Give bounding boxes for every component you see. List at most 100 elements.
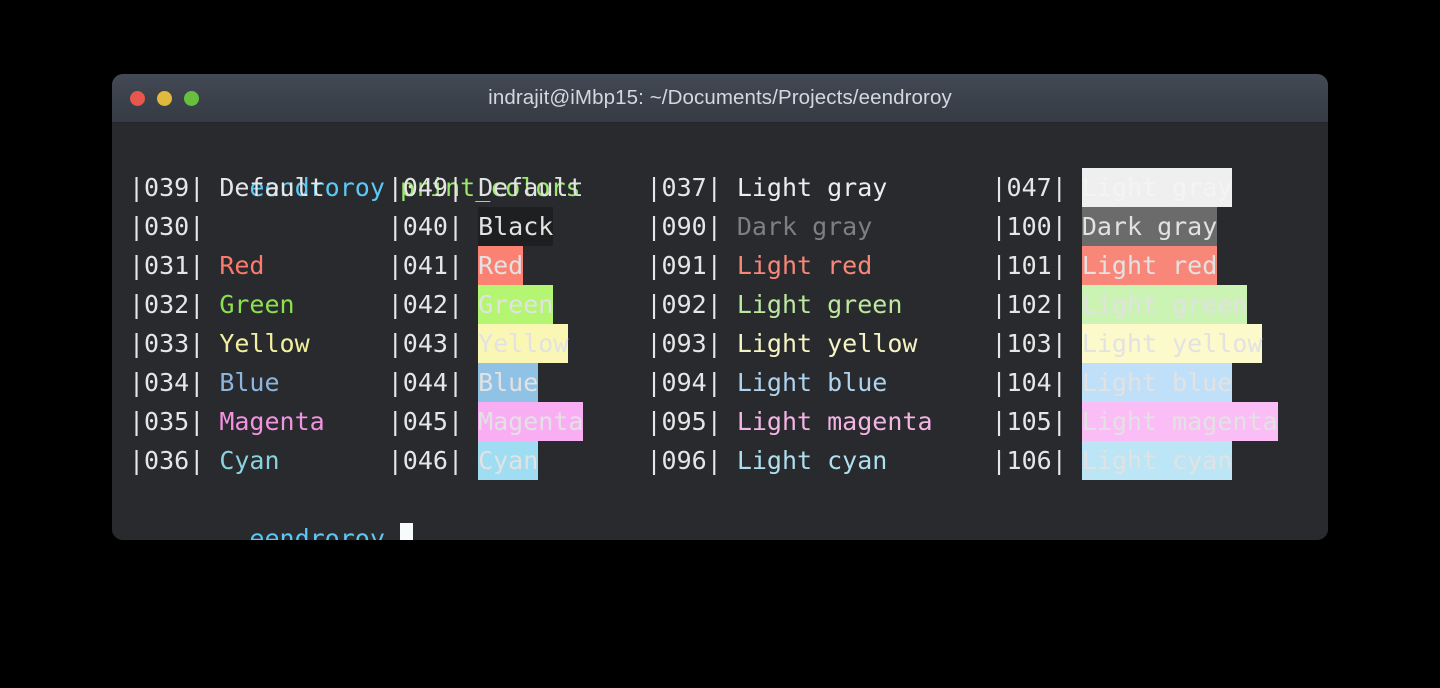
color-code: |044| <box>387 368 464 397</box>
color-entry: |102| Light green <box>992 285 1248 324</box>
code-label-gap <box>463 363 478 402</box>
maximize-button[interactable] <box>184 90 199 106</box>
color-code: |037| <box>646 173 722 202</box>
code-label-gap <box>1067 246 1082 285</box>
color-code: |041| <box>387 251 464 280</box>
code-label-gap <box>463 441 478 480</box>
color-code: |032| <box>129 290 205 319</box>
color-entry: |093| Light yellow <box>647 324 918 363</box>
color-label: Magenta <box>478 402 584 441</box>
color-code: |039| <box>129 173 205 202</box>
color-entry: |091| Light red <box>647 246 873 285</box>
color-label: Cyan <box>478 441 539 480</box>
color-label: Light yellow <box>736 329 918 358</box>
command-line: eendroroy print_colors <box>112 129 1328 202</box>
close-button[interactable] <box>130 90 145 106</box>
color-code: |045| <box>387 407 464 436</box>
code-label-gap <box>463 324 478 363</box>
code-label-gap <box>1067 324 1082 363</box>
color-entry: |095| Light magenta <box>647 402 933 441</box>
code-label-gap <box>463 402 478 441</box>
color-entry: |104| Light blue <box>992 363 1233 402</box>
color-row: |031| Red |041| Red |091| Light red |101| L… <box>112 246 1328 285</box>
color-label: Dark gray <box>1081 207 1218 246</box>
color-entry: |096| Light cyan <box>647 441 888 480</box>
color-code: |090| <box>646 212 722 241</box>
minimize-button[interactable] <box>157 90 172 106</box>
color-label: Light magenta <box>1081 402 1278 441</box>
color-code: |042| <box>387 290 464 319</box>
color-row: |032| Green |042| Green |092| Light green |… <box>112 285 1328 324</box>
color-row: |030| |040| Black |090| Dark gray |100| Da… <box>112 207 1328 246</box>
code-label-gap <box>463 285 478 324</box>
color-label: Light cyan <box>1081 441 1233 480</box>
color-label: Cyan <box>219 446 280 475</box>
color-code: |033| <box>129 329 205 358</box>
color-label: Light green <box>736 290 903 319</box>
color-code: |030| <box>129 212 205 241</box>
color-entry: |092| Light green <box>647 285 903 324</box>
color-label: Light red <box>1081 246 1218 285</box>
color-label: Red <box>219 251 265 280</box>
color-row: |036| Cyan |046| Cyan |096| Light cyan |106… <box>112 441 1328 480</box>
terminal-output[interactable]: eendroroy print_colors |039| Default |049… <box>112 123 1328 540</box>
color-row: |039| Default |049| Default |037| Light gr… <box>112 168 1328 207</box>
color-code: |094| <box>646 368 722 397</box>
code-label-gap <box>722 363 737 402</box>
code-label-gap <box>204 285 219 324</box>
color-code: |034| <box>129 368 205 397</box>
color-entry: |035| Magenta <box>129 402 325 441</box>
color-code: |096| <box>646 446 722 475</box>
color-label: Light magenta <box>736 407 933 436</box>
color-entry: |047| Light gray <box>992 168 1233 207</box>
color-row: |035| Magenta |045| Magenta |095| Light ma… <box>112 402 1328 441</box>
cursor <box>399 523 413 540</box>
color-label: Light blue <box>1081 363 1233 402</box>
color-label: Magenta <box>219 407 325 436</box>
color-label: Light gray <box>736 173 888 202</box>
color-code: |049| <box>387 173 464 202</box>
color-entry: |101| Light red <box>992 246 1218 285</box>
code-label-gap <box>204 246 219 285</box>
color-code: |046| <box>387 446 464 475</box>
color-code: |104| <box>991 368 1067 397</box>
code-label-gap <box>722 324 737 363</box>
code-label-gap <box>722 207 737 246</box>
color-code: |092| <box>646 290 722 319</box>
color-row: |033| Yellow |043| Yellow |093| Light yell… <box>112 324 1328 363</box>
code-label-gap <box>722 441 737 480</box>
color-entry: |031| Red <box>129 246 264 285</box>
color-code: |105| <box>991 407 1067 436</box>
color-entry: |044| Blue <box>388 363 539 402</box>
color-entry: |105| Light magenta <box>992 402 1278 441</box>
color-label: Default <box>478 173 584 202</box>
code-label-gap <box>1067 363 1082 402</box>
code-label-gap <box>463 207 478 246</box>
code-label-gap <box>722 168 737 207</box>
code-label-gap <box>204 363 219 402</box>
title-bar[interactable]: indrajit@iMbp15: ~/Documents/Projects/ee… <box>112 74 1328 123</box>
color-code: |047| <box>991 173 1067 202</box>
color-label: Light red <box>736 251 873 280</box>
color-entry: |034| Blue <box>129 363 280 402</box>
color-entry: |100| Dark gray <box>992 207 1218 246</box>
color-label: Light blue <box>736 368 888 397</box>
color-label: Default <box>219 173 325 202</box>
code-label-gap <box>722 285 737 324</box>
code-label-gap <box>204 441 219 480</box>
color-label: Dark gray <box>736 212 873 241</box>
prompt-line: eendroroy <box>112 480 1328 540</box>
color-entry: |041| Red <box>387 246 524 285</box>
color-label: Light gray <box>1081 168 1233 207</box>
color-code: |091| <box>646 251 722 280</box>
color-entry: |103| Light yellow <box>992 324 1263 363</box>
color-label: Light yellow <box>1081 324 1263 363</box>
screen: indrajit@iMbp15: ~/Documents/Projects/ee… <box>0 0 1440 688</box>
color-entry: |040| Black <box>388 207 554 246</box>
color-label: Blue <box>478 363 539 402</box>
code-label-gap <box>1067 207 1082 246</box>
color-label: Blue <box>219 368 280 397</box>
code-label-gap <box>722 246 737 285</box>
color-label: Light green <box>1081 285 1248 324</box>
terminal-window: indrajit@iMbp15: ~/Documents/Projects/ee… <box>112 74 1328 540</box>
